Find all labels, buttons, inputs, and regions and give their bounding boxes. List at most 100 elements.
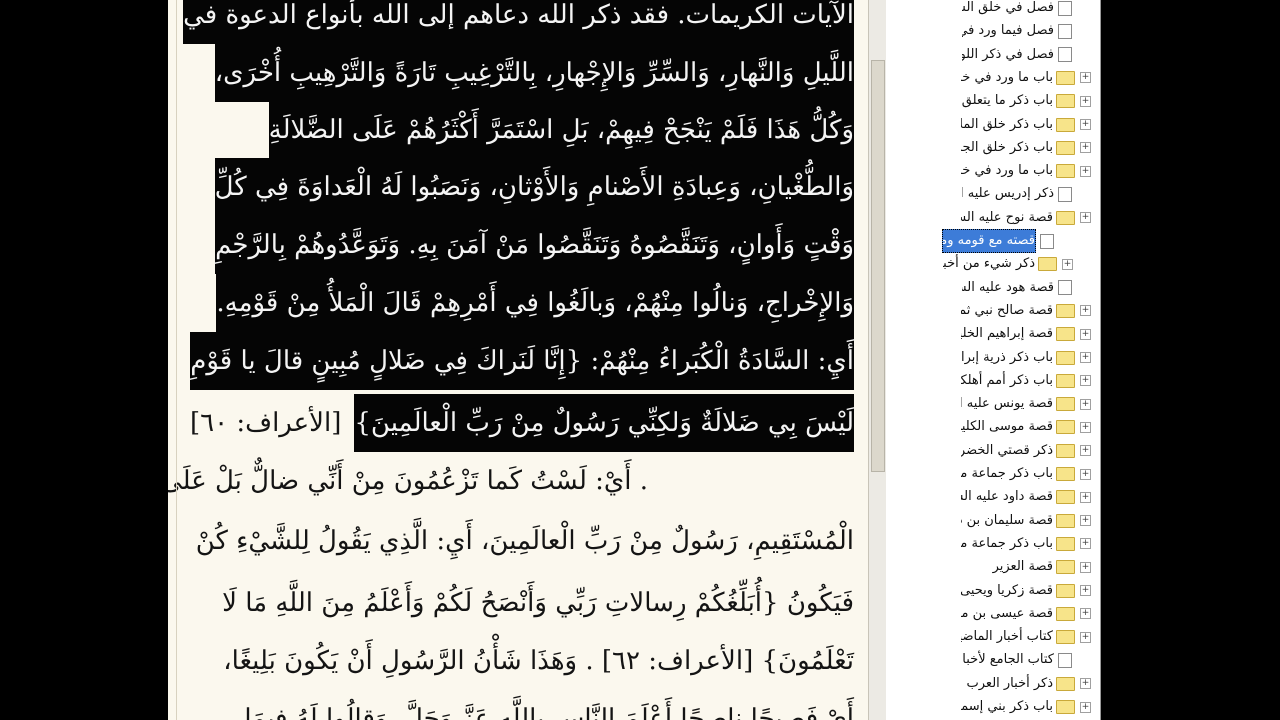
- expand-icon[interactable]: +: [1080, 398, 1091, 410]
- tree-item[interactable]: فصل في ذكر اللوح: [962, 44, 1094, 66]
- table-of-contents-tree[interactable]: ▲ فصل في خلق السماواتفصل فيما ورد في خلق…: [886, 0, 1101, 720]
- expand-icon[interactable]: +: [1080, 701, 1091, 713]
- tree-item[interactable]: فصل في خلق السماوات: [962, 0, 1094, 19]
- tree-item[interactable]: + باب ذكر ذرية إبراهيم: [961, 347, 1094, 369]
- tree-item[interactable]: قصة هود عليه السلام: [962, 277, 1094, 299]
- tree-item-label[interactable]: باب ذكر جماعة من أنبياء: [961, 463, 1053, 485]
- tree-item-label[interactable]: قصة إبراهيم الخليل: [961, 323, 1053, 345]
- tree-item[interactable]: + ذكر شيء من أخباره: [943, 253, 1076, 275]
- tree-item-label[interactable]: قصة نوح عليه السلام: [961, 207, 1053, 229]
- text-reader-pane[interactable]: الآيات الكريمات. فقد ذكر الله دعاهم إلى …: [168, 0, 868, 720]
- expand-icon[interactable]: +: [1080, 95, 1091, 107]
- tree-item-label[interactable]: فصل فيما ورد في خلق: [962, 20, 1054, 42]
- tree-item-label[interactable]: ذكر أخبار العرب: [961, 673, 1053, 695]
- tree-item-label[interactable]: قصة العزير: [961, 556, 1053, 578]
- tree-item-label[interactable]: ذكر قصتي الخضر وإلياس: [961, 440, 1053, 462]
- expand-icon[interactable]: +: [1080, 421, 1091, 433]
- tree-item[interactable]: + قصة يونس عليه الصلاة: [961, 393, 1094, 415]
- tree-item[interactable]: ذكر إدريس عليه السلام: [962, 183, 1094, 205]
- expand-icon[interactable]: +: [1080, 305, 1091, 317]
- tree-item-label[interactable]: باب ذكر خلق الجان: [961, 137, 1053, 159]
- tree-item[interactable]: + كتاب أخبار الماضين: [961, 626, 1094, 648]
- tree-item-label[interactable]: ذكر إدريس عليه السلام: [962, 183, 1054, 205]
- tree-item[interactable]: + قصة زكريا ويحيى: [961, 580, 1094, 602]
- tree-item-label[interactable]: فصل في خلق السماوات: [962, 0, 1054, 19]
- folder-icon: [1056, 164, 1075, 179]
- expand-icon[interactable]: +: [1080, 585, 1091, 596]
- tree-item-label[interactable]: قصة زكريا ويحيى: [961, 580, 1053, 602]
- tree-item-label[interactable]: باب ذكر جماعة من أنبياء: [961, 533, 1053, 555]
- tree-item-label[interactable]: ذكر شيء من أخباره: [943, 253, 1035, 275]
- expand-icon[interactable]: +: [1080, 72, 1091, 84]
- tree-item-label[interactable]: قصته مع قومه وما: [942, 229, 1036, 253]
- tree-item-label[interactable]: قصة هود عليه السلام: [962, 277, 1054, 299]
- tree-item-label[interactable]: باب ذكر بني إسماعيل: [961, 696, 1053, 718]
- expand-icon[interactable]: +: [1080, 119, 1091, 130]
- tree-item[interactable]: + باب ذكر جماعة من أنبياء: [961, 533, 1094, 555]
- tree-item-label[interactable]: باب ذكر ذرية إبراهيم: [961, 347, 1053, 369]
- reader-scrollbar[interactable]: [868, 0, 887, 720]
- expand-icon[interactable]: +: [1080, 678, 1091, 690]
- expand-icon[interactable]: +: [1080, 631, 1091, 643]
- reader-scrollbar-thumb[interactable]: [871, 60, 885, 472]
- text-line: الْمُسْتَقِيمِ، رَسُولٌ مِنْ رَبِّ الْعا…: [195, 526, 854, 556]
- tree-item-label[interactable]: باب ذكر ما يتعلق بخلق: [961, 90, 1053, 112]
- tree-item[interactable]: + باب ذكر ما يتعلق بخلق: [961, 90, 1094, 112]
- tree-item-label[interactable]: كتاب أخبار الماضين: [961, 626, 1053, 648]
- expand-icon[interactable]: +: [1080, 468, 1091, 480]
- folder-icon: [1056, 513, 1075, 528]
- tree-item[interactable]: + باب ما ورد في خلق: [961, 67, 1094, 89]
- tree-item[interactable]: + باب ذكر أمم أهلكوا: [961, 370, 1094, 392]
- folder-icon: [1056, 397, 1075, 412]
- expand-icon[interactable]: +: [1080, 352, 1091, 363]
- tree-item[interactable]: + ذكر أخبار العرب: [961, 673, 1094, 695]
- expand-icon[interactable]: +: [1080, 212, 1091, 224]
- tree-item-label[interactable]: فصل في ذكر اللوح: [962, 44, 1054, 66]
- tree-item-label[interactable]: قصة داود عليه السلام: [961, 486, 1053, 508]
- tree-item-label[interactable]: قصة يونس عليه الصلاة: [961, 393, 1053, 415]
- expand-icon[interactable]: +: [1080, 608, 1091, 620]
- expand-icon[interactable]: +: [1080, 538, 1091, 550]
- expand-icon[interactable]: +: [1080, 491, 1091, 503]
- tree-item[interactable]: + باب ذكر خلق الملائكة: [961, 114, 1094, 136]
- tree-item[interactable]: فصل فيما ورد في خلق: [962, 20, 1094, 42]
- tree-item-label[interactable]: قصة صالح نبي ثمود: [961, 300, 1053, 322]
- tree-item[interactable]: + قصة صالح نبي ثمود: [961, 300, 1094, 322]
- tree-item-label[interactable]: قصة موسى الكليم عليه: [961, 416, 1053, 438]
- tree-item-label[interactable]: قصة عيسى بن مريم: [961, 603, 1053, 625]
- tree-item[interactable]: + قصة داود عليه السلام: [961, 486, 1094, 508]
- expand-icon[interactable]: +: [1080, 561, 1091, 573]
- tree-item[interactable]: قصته مع قومه وما: [942, 229, 1076, 253]
- expand-icon[interactable]: +: [1080, 142, 1091, 154]
- tree-item-label[interactable]: باب ذكر أمم أهلكوا: [961, 370, 1053, 392]
- tree-item[interactable]: + قصة سليمان بن داود: [961, 510, 1094, 532]
- page-icon: [1058, 280, 1072, 296]
- tree-item[interactable]: + باب ذكر جماعة من أنبياء: [961, 463, 1094, 485]
- tree-item[interactable]: + قصة موسى الكليم عليه: [961, 416, 1094, 438]
- tree-item-label[interactable]: باب ذكر خلق الملائكة: [961, 114, 1053, 136]
- folder-icon: [1056, 210, 1075, 225]
- tree-item-label[interactable]: باب ما ورد في خلق: [961, 67, 1053, 89]
- tree-item-label[interactable]: قصة سليمان بن داود: [961, 510, 1053, 532]
- folder-icon: [1056, 560, 1075, 575]
- expand-icon[interactable]: +: [1062, 258, 1073, 270]
- expand-icon[interactable]: +: [1080, 165, 1091, 177]
- expand-icon[interactable]: +: [1080, 328, 1091, 340]
- expand-icon[interactable]: +: [1080, 515, 1091, 527]
- expand-icon[interactable]: +: [1080, 445, 1091, 457]
- tree-item[interactable]: كتاب الجامع لأخبار: [962, 649, 1094, 671]
- tree-item[interactable]: + قصة عيسى بن مريم: [961, 603, 1094, 625]
- tree-item-label[interactable]: كتاب الجامع لأخبار: [962, 649, 1054, 671]
- tree-item[interactable]: + قصة نوح عليه السلام: [961, 207, 1094, 229]
- tree-item-label[interactable]: باب ما ورد في خلق: [961, 160, 1053, 182]
- tree-item[interactable]: + باب ما ورد في خلق: [961, 160, 1094, 182]
- highlighted-text-line: وَقْتٍ وَأَوانٍ، وَتَنَقَّصُوهُ وَتَنَقَ…: [215, 216, 854, 274]
- tree-item[interactable]: + باب ذكر خلق الجان: [961, 137, 1094, 159]
- tree-item[interactable]: + قصة العزير: [961, 556, 1094, 578]
- tree-item[interactable]: + باب ذكر بني إسماعيل: [961, 696, 1094, 718]
- folder-icon: [1056, 140, 1075, 155]
- expand-icon[interactable]: +: [1080, 375, 1091, 387]
- tree-item[interactable]: + ذكر قصتي الخضر وإلياس: [961, 440, 1094, 462]
- tree-item[interactable]: + قصة إبراهيم الخليل: [961, 323, 1094, 345]
- text-line: أَيْ فَصِيحًا ناصِحًا أَعْلَمَ النَّاسِ …: [244, 704, 854, 720]
